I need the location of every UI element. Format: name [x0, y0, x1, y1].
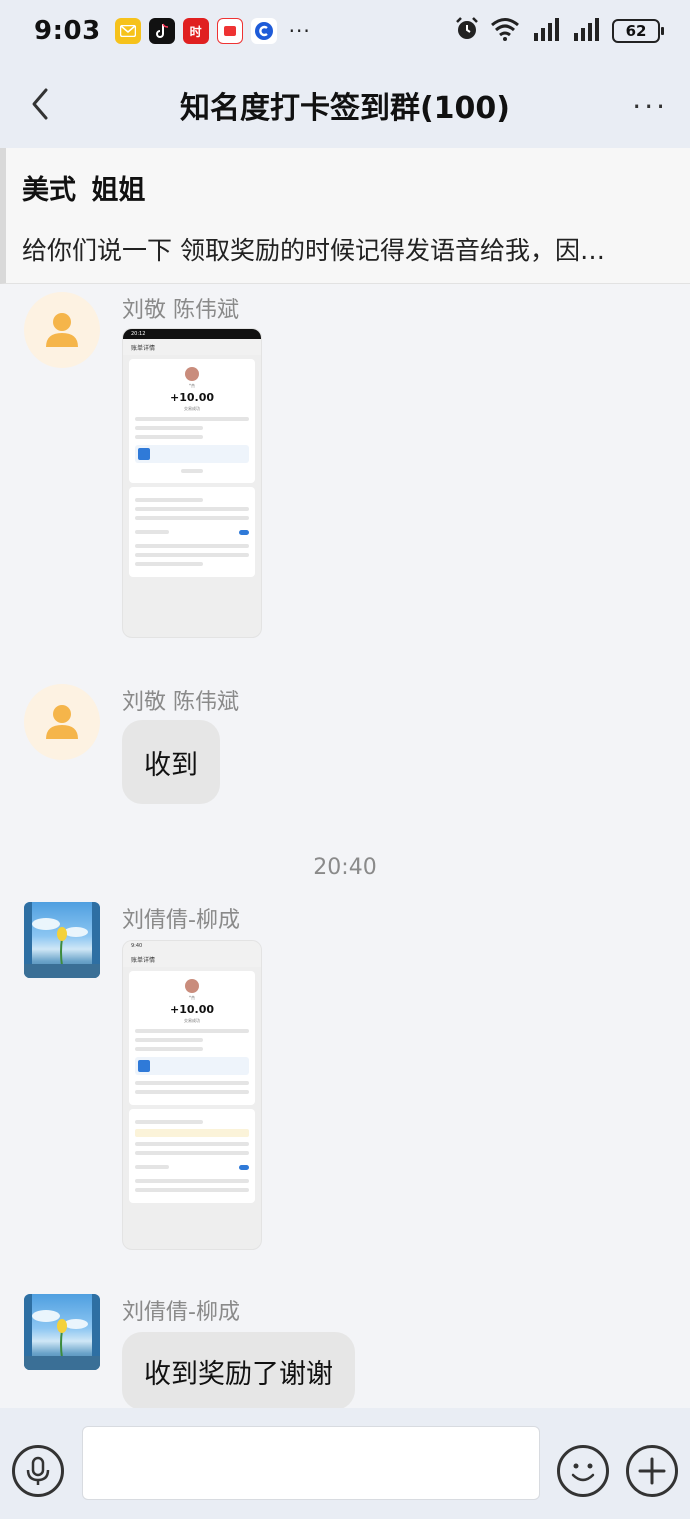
more-options-button[interactable]: ··· [632, 93, 668, 121]
overflow-notifications-icon: ··· [288, 19, 311, 43]
avatar[interactable] [24, 902, 100, 978]
news-app-icon: 时 [182, 18, 209, 44]
battery-icon: 62 [612, 19, 664, 43]
coupon-app-icon [216, 18, 243, 44]
browser-app-icon [250, 18, 277, 44]
receipt-merchant-row [135, 1057, 249, 1075]
notice-banner [135, 1129, 249, 1137]
message-text: 收到奖励了谢谢 [144, 1358, 333, 1390]
alarm-icon [454, 16, 480, 46]
tiktok-app-icon [148, 18, 175, 44]
tulip-window-image-icon [24, 902, 100, 978]
mail-app-icon [114, 18, 141, 44]
status-bar: 9:03 时 ··· 62 [0, 0, 690, 62]
receipt-card: *杰 +10.00 交易成功 [129, 359, 255, 483]
sender-name: 刘倩倩-柳成 [122, 1300, 240, 1325]
plus-icon [638, 1457, 666, 1485]
receipt-amount: +10.00 [169, 1003, 214, 1016]
receipt-amount: +10.00 [169, 391, 214, 404]
payer-name: *杰 [189, 995, 195, 1000]
payer-name: *杰 [189, 383, 195, 388]
receipt-card: *杰 +10.00 交易成功 [129, 971, 255, 1105]
voice-button[interactable] [12, 1445, 64, 1497]
chat-timestamp: 20:40 [313, 855, 377, 880]
avatar[interactable] [24, 292, 100, 368]
avatar[interactable] [24, 684, 100, 760]
wifi-icon [490, 16, 522, 46]
sender-name: 刘倩倩-柳成 [122, 908, 240, 933]
status-time: 9:03 [34, 16, 101, 46]
receipt-nav: 账单详情 [123, 339, 261, 355]
store-icon [138, 448, 150, 460]
receipt-status-bar: 20:12 [123, 329, 261, 339]
signal-icon [532, 17, 562, 45]
emoji-button[interactable] [557, 1445, 609, 1497]
microphone-icon [26, 1456, 50, 1485]
pinned-sender: 美式 姐姐 [22, 175, 146, 206]
signal-icon [572, 17, 602, 45]
image-message[interactable]: 9:40 账单详情 *杰 +10.00 交易成功 [122, 940, 262, 1250]
toggle-icon [239, 1164, 249, 1170]
receipt-status-bar: 9:40 [123, 941, 261, 951]
sender-name: 刘敬 陈伟斌 [122, 690, 239, 715]
chevron-left-icon [32, 88, 48, 120]
store-icon [138, 1060, 150, 1072]
input-bar [0, 1408, 690, 1519]
tulip-window-image-icon [24, 1294, 100, 1370]
message-input[interactable] [82, 1426, 540, 1500]
payer-avatar [185, 367, 199, 381]
message-bubble[interactable]: 收到 [122, 720, 220, 804]
toggle-icon [239, 529, 249, 535]
user-icon [46, 313, 78, 347]
receipt-nav: 账单详情 [123, 951, 261, 967]
image-message[interactable]: 20:12 账单详情 *杰 +10.00 交易成功 [122, 328, 262, 638]
message-bubble[interactable]: 收到奖励了谢谢 [122, 1332, 355, 1410]
payer-avatar [185, 979, 199, 993]
smiley-icon [571, 1463, 595, 1482]
receipt-merchant-row [135, 445, 249, 463]
sender-name: 刘敬 陈伟斌 [122, 298, 239, 323]
receipt-result: 交易成功 [184, 1018, 200, 1023]
more-actions-button[interactable] [626, 1445, 678, 1497]
receipt-result: 交易成功 [184, 406, 200, 411]
receipt-management-card [129, 1109, 255, 1203]
page-title: 知名度打卡签到群(100) [179, 91, 511, 126]
pinned-text: 给你们说一下 领取奖励的时候记得发语音给我，因… [22, 236, 605, 265]
back-button[interactable] [22, 84, 62, 124]
avatar[interactable] [24, 1294, 100, 1370]
pinned-message[interactable]: 美式 姐姐 给你们说一下 领取奖励的时候记得发语音给我，因… [0, 148, 690, 284]
user-icon [46, 705, 78, 739]
message-text: 收到 [144, 749, 198, 781]
receipt-management-card [129, 487, 255, 577]
chat-header: 知名度打卡签到群(100) ··· [0, 62, 690, 148]
